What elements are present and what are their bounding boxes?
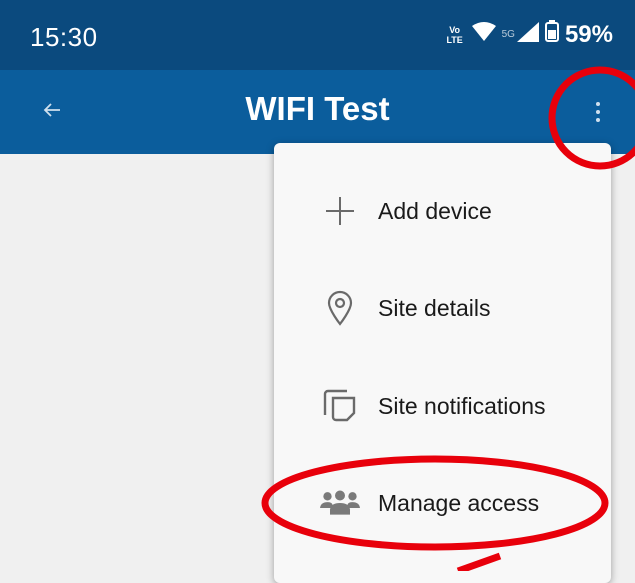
menu-item-label: Site notifications — [378, 392, 546, 419]
location-pin-icon — [320, 288, 360, 328]
network-type-label: 5G — [501, 29, 515, 40]
volte-top-label: Vo — [449, 24, 461, 35]
volte-indicator: Vo LTE — [444, 25, 466, 45]
app-bar: WIFI Test — [0, 70, 635, 154]
status-time: 15:30 — [30, 22, 98, 52]
menu-item-manage-access[interactable]: Manage access — [274, 458, 611, 548]
wifi-icon — [471, 21, 496, 49]
overflow-menu: Add device Site details Site notificatio… — [274, 143, 611, 583]
volte-bottom-label: LTE — [446, 34, 463, 45]
plus-icon — [320, 191, 360, 231]
menu-item-site-notifications[interactable]: Site notifications — [274, 361, 611, 451]
menu-item-label: Add device — [378, 197, 492, 224]
menu-item-label: Manage access — [378, 489, 540, 516]
page-title: WIFI Test — [245, 90, 390, 127]
menu-item-site-details[interactable]: Site details — [274, 263, 611, 353]
more-vertical-icon[interactable] — [580, 92, 616, 132]
menu-item-label: Site details — [378, 294, 491, 321]
status-bar: 15:30 Vo LTE 5G 59% — [0, 0, 635, 70]
status-icons: Vo LTE 5G 59% — [444, 20, 613, 49]
cell-signal-icon — [516, 21, 539, 49]
menu-item-add-device[interactable]: Add device — [274, 166, 611, 256]
battery-percent: 59% — [564, 20, 613, 48]
people-group-icon — [320, 483, 360, 523]
battery-icon — [544, 20, 559, 49]
copy-notifications-icon — [320, 386, 360, 426]
